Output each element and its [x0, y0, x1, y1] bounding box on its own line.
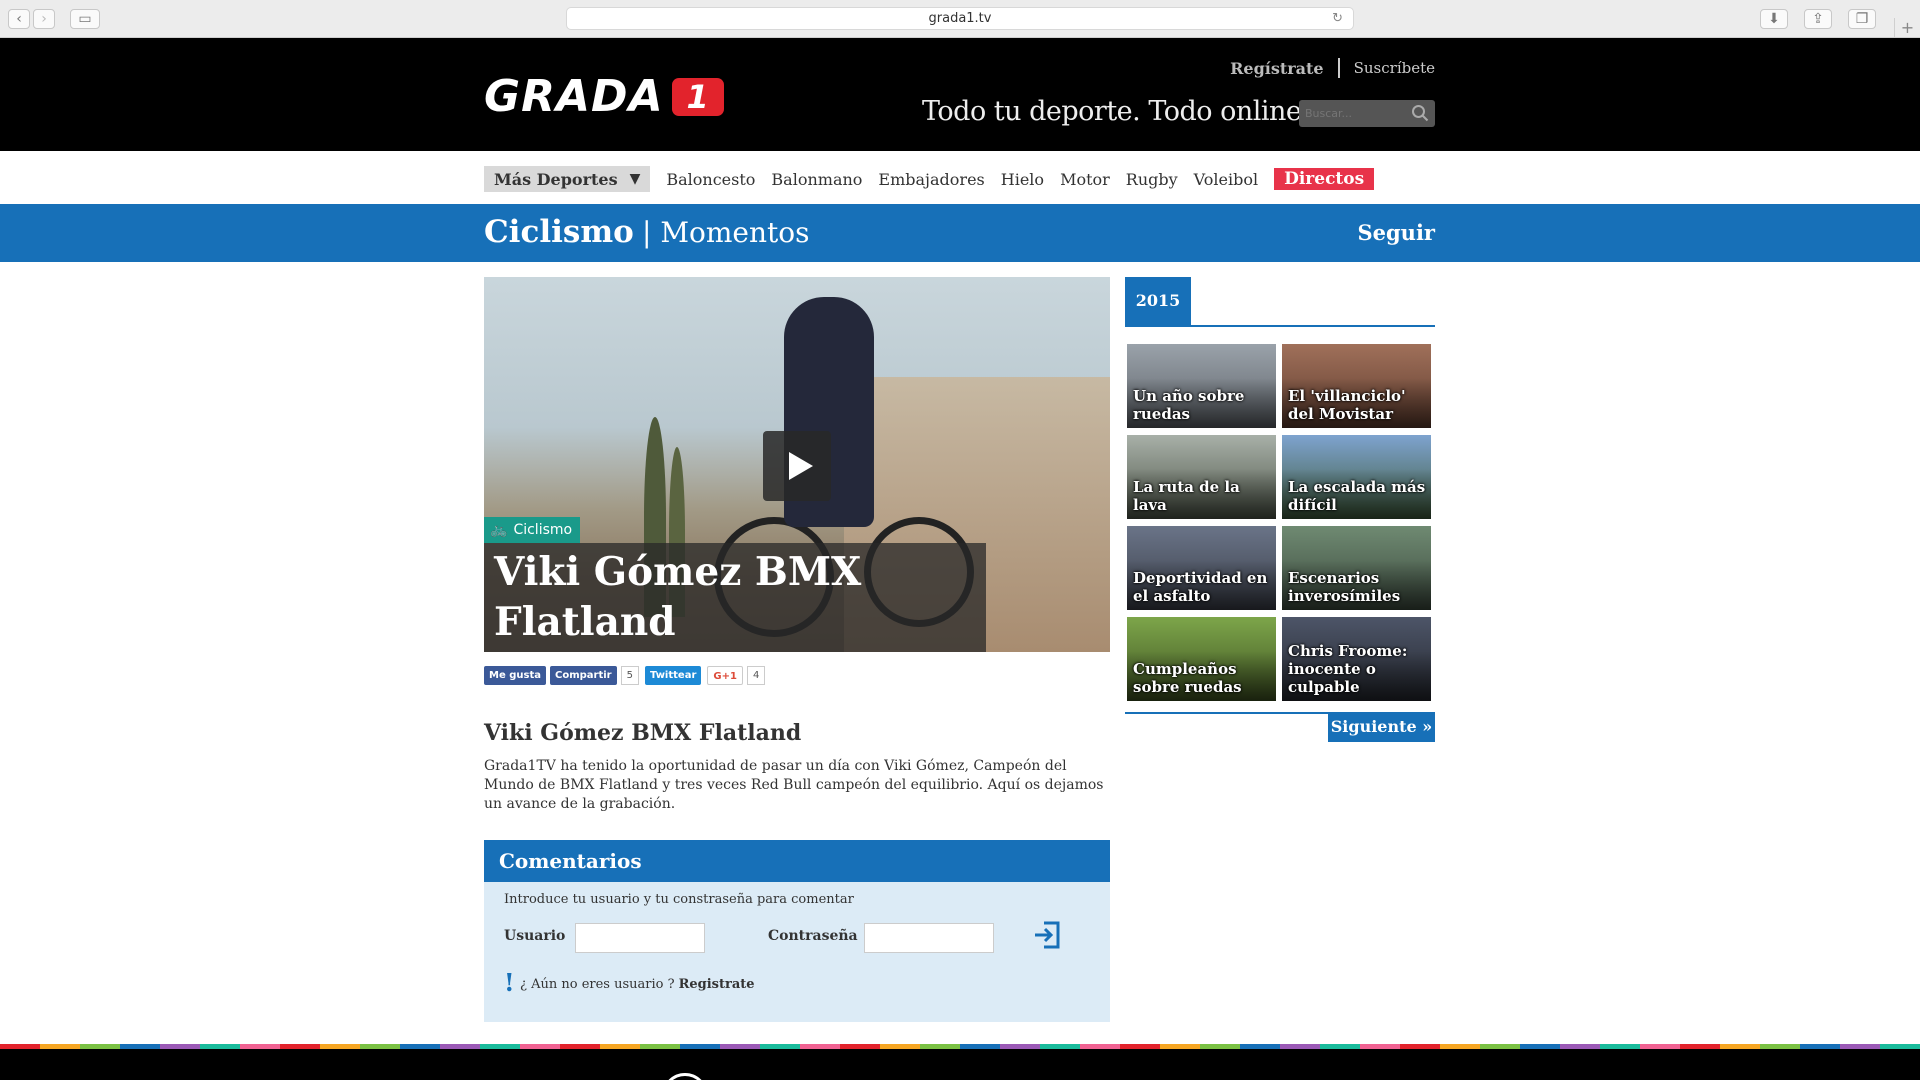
thumb-caption: El 'villanciclo' del Movistar	[1288, 387, 1406, 423]
video-title: Viki Gómez BMX Flatland	[484, 543, 986, 652]
nav-item-voleibol[interactable]: Voleibol	[1194, 170, 1258, 189]
thumb-caption: Cumpleaños sobre ruedas	[1133, 660, 1242, 696]
login-icon[interactable]	[1032, 920, 1062, 950]
next-button[interactable]: Siguiente »	[1328, 712, 1435, 742]
thumb-caption: Escenarios inverosímiles	[1288, 569, 1401, 605]
main-nav: Más Deportes ▼ Baloncesto Balonmano Emba…	[0, 151, 1920, 204]
site-header: GRADA 1 Regístrate Suscríbete Todo tu de…	[0, 38, 1920, 151]
header-links: Regístrate Suscríbete	[1230, 58, 1435, 78]
thumb-caption: Un año sobre ruedas	[1133, 387, 1245, 423]
comments-intro: Introduce tu usuario y tu constraseña pa…	[504, 892, 854, 907]
thumb-item[interactable]: La escalada más difícil	[1282, 435, 1431, 519]
new-tab-button[interactable]: +	[1894, 18, 1920, 38]
more-sports-dropdown[interactable]: Más Deportes ▼	[484, 166, 651, 192]
site-footer	[0, 1049, 1920, 1080]
subscribe-link[interactable]: Suscríbete	[1354, 59, 1435, 77]
no-account-label: ¿ Aún no eres usuario ?	[520, 977, 675, 992]
gplus-button[interactable]: G+1	[707, 666, 743, 685]
article-title: Viki Gómez BMX Flatland	[484, 720, 802, 746]
thumb-item[interactable]: Escenarios inverosímiles	[1282, 526, 1431, 610]
thumb-caption: Deportividad en el asfalto	[1133, 569, 1268, 605]
tabs-icon[interactable]: ❐	[1848, 9, 1876, 29]
play-icon	[789, 452, 813, 480]
search-box	[1299, 100, 1435, 127]
password-field[interactable]	[864, 923, 994, 953]
article-body: Grada1TV ha tenido la oportunidad de pas…	[484, 758, 1104, 812]
section-subtitle: | Momentos	[642, 216, 810, 249]
facebook-like-button[interactable]: Me gusta	[484, 666, 546, 685]
info-icon: !	[504, 968, 515, 997]
live-button[interactable]: Directos	[1274, 168, 1375, 190]
bicycle-icon: 🚲	[490, 522, 508, 538]
thumb-item[interactable]: El 'villanciclo' del Movistar	[1282, 344, 1431, 428]
section-title[interactable]: Ciclismo	[484, 214, 634, 250]
share-count: 5	[620, 666, 639, 685]
category-tag[interactable]: 🚲 Ciclismo	[484, 517, 581, 543]
back-button[interactable]: ‹	[8, 9, 30, 29]
gplus-count: 4	[746, 666, 766, 685]
thumb-item[interactable]: Un año sobre ruedas	[1127, 344, 1276, 428]
tab-year[interactable]: 2015	[1125, 277, 1191, 325]
address-bar[interactable]: grada1.tv ↻	[566, 7, 1354, 30]
forward-button[interactable]: ›	[33, 9, 55, 29]
thumb-item[interactable]: Deportividad en el asfalto	[1127, 526, 1276, 610]
thumb-caption: La escalada más difícil	[1288, 478, 1426, 514]
tweet-button[interactable]: Twittear	[644, 666, 702, 685]
social-buttons: Me gusta Compartir 5 Twittear G+1 4	[484, 666, 766, 685]
follow-button[interactable]: Seguir	[1357, 220, 1435, 245]
no-account-text: ¿ Aún no eres usuario ? Registrate	[520, 977, 755, 992]
thumb-item[interactable]: Chris Froome: inocente o culpable	[1282, 617, 1431, 701]
nav-item-balonmano[interactable]: Balonmano	[771, 170, 862, 189]
comments-heading: Comentarios	[484, 840, 1110, 882]
tagline: Todo tu deporte. Todo online.	[922, 96, 1310, 127]
facebook-share-button[interactable]: Compartir	[549, 666, 617, 685]
username-field[interactable]	[575, 923, 705, 953]
category-tag-label: Ciclismo	[513, 522, 573, 538]
reload-icon[interactable]: ↻	[1332, 8, 1343, 29]
password-label: Contraseña	[768, 928, 858, 944]
thumb-caption: Chris Froome: inocente o culpable	[1288, 642, 1408, 696]
search-icon[interactable]	[1411, 104, 1429, 122]
video-player[interactable]: 🚲 Ciclismo Viki Gómez BMX Flatland	[484, 277, 1110, 652]
logo-text: GRADA	[484, 71, 664, 122]
play-button[interactable]	[763, 431, 831, 501]
username-label: Usuario	[504, 928, 566, 944]
logo-badge: 1	[671, 78, 724, 116]
thumb-caption: La ruta de la lava	[1133, 478, 1240, 514]
comments-panel: Comentarios Introduce tu usuario y tu co…	[484, 840, 1110, 1022]
divider	[1337, 58, 1340, 78]
section-bar: Ciclismo | Momentos Seguir	[0, 204, 1920, 262]
register-link[interactable]: Regístrate	[1230, 59, 1324, 78]
video-thumbnails: Un año sobre ruedas El 'villanciclo' del…	[1127, 344, 1435, 701]
site-logo[interactable]: GRADA 1	[484, 71, 724, 122]
url-text: grada1.tv	[928, 11, 992, 26]
downloads-icon[interactable]: ⬇	[1760, 9, 1788, 29]
nav-item-rugby[interactable]: Rugby	[1126, 170, 1178, 189]
search-input[interactable]	[1299, 100, 1409, 127]
nav-item-baloncesto[interactable]: Baloncesto	[666, 170, 755, 189]
divider	[1125, 325, 1435, 327]
footer-logo-icon	[662, 1073, 708, 1080]
nav-item-embajadores[interactable]: Embajadores	[878, 170, 984, 189]
thumb-item[interactable]: La ruta de la lava	[1127, 435, 1276, 519]
nav-item-motor[interactable]: Motor	[1060, 170, 1110, 189]
share-icon[interactable]: ⇪	[1804, 9, 1832, 29]
chevron-down-icon: ▼	[629, 171, 641, 187]
browser-toolbar: ‹ › ▭ grada1.tv ↻ ⬇ ⇪ ❐ +	[0, 0, 1920, 38]
register-comment-link[interactable]: Registrate	[679, 977, 755, 992]
more-sports-label: Más Deportes	[494, 169, 618, 189]
sidebar-toggle-icon[interactable]: ▭	[70, 9, 100, 29]
nav-item-hielo[interactable]: Hielo	[1001, 170, 1044, 189]
thumb-item[interactable]: Cumpleaños sobre ruedas	[1127, 617, 1276, 701]
